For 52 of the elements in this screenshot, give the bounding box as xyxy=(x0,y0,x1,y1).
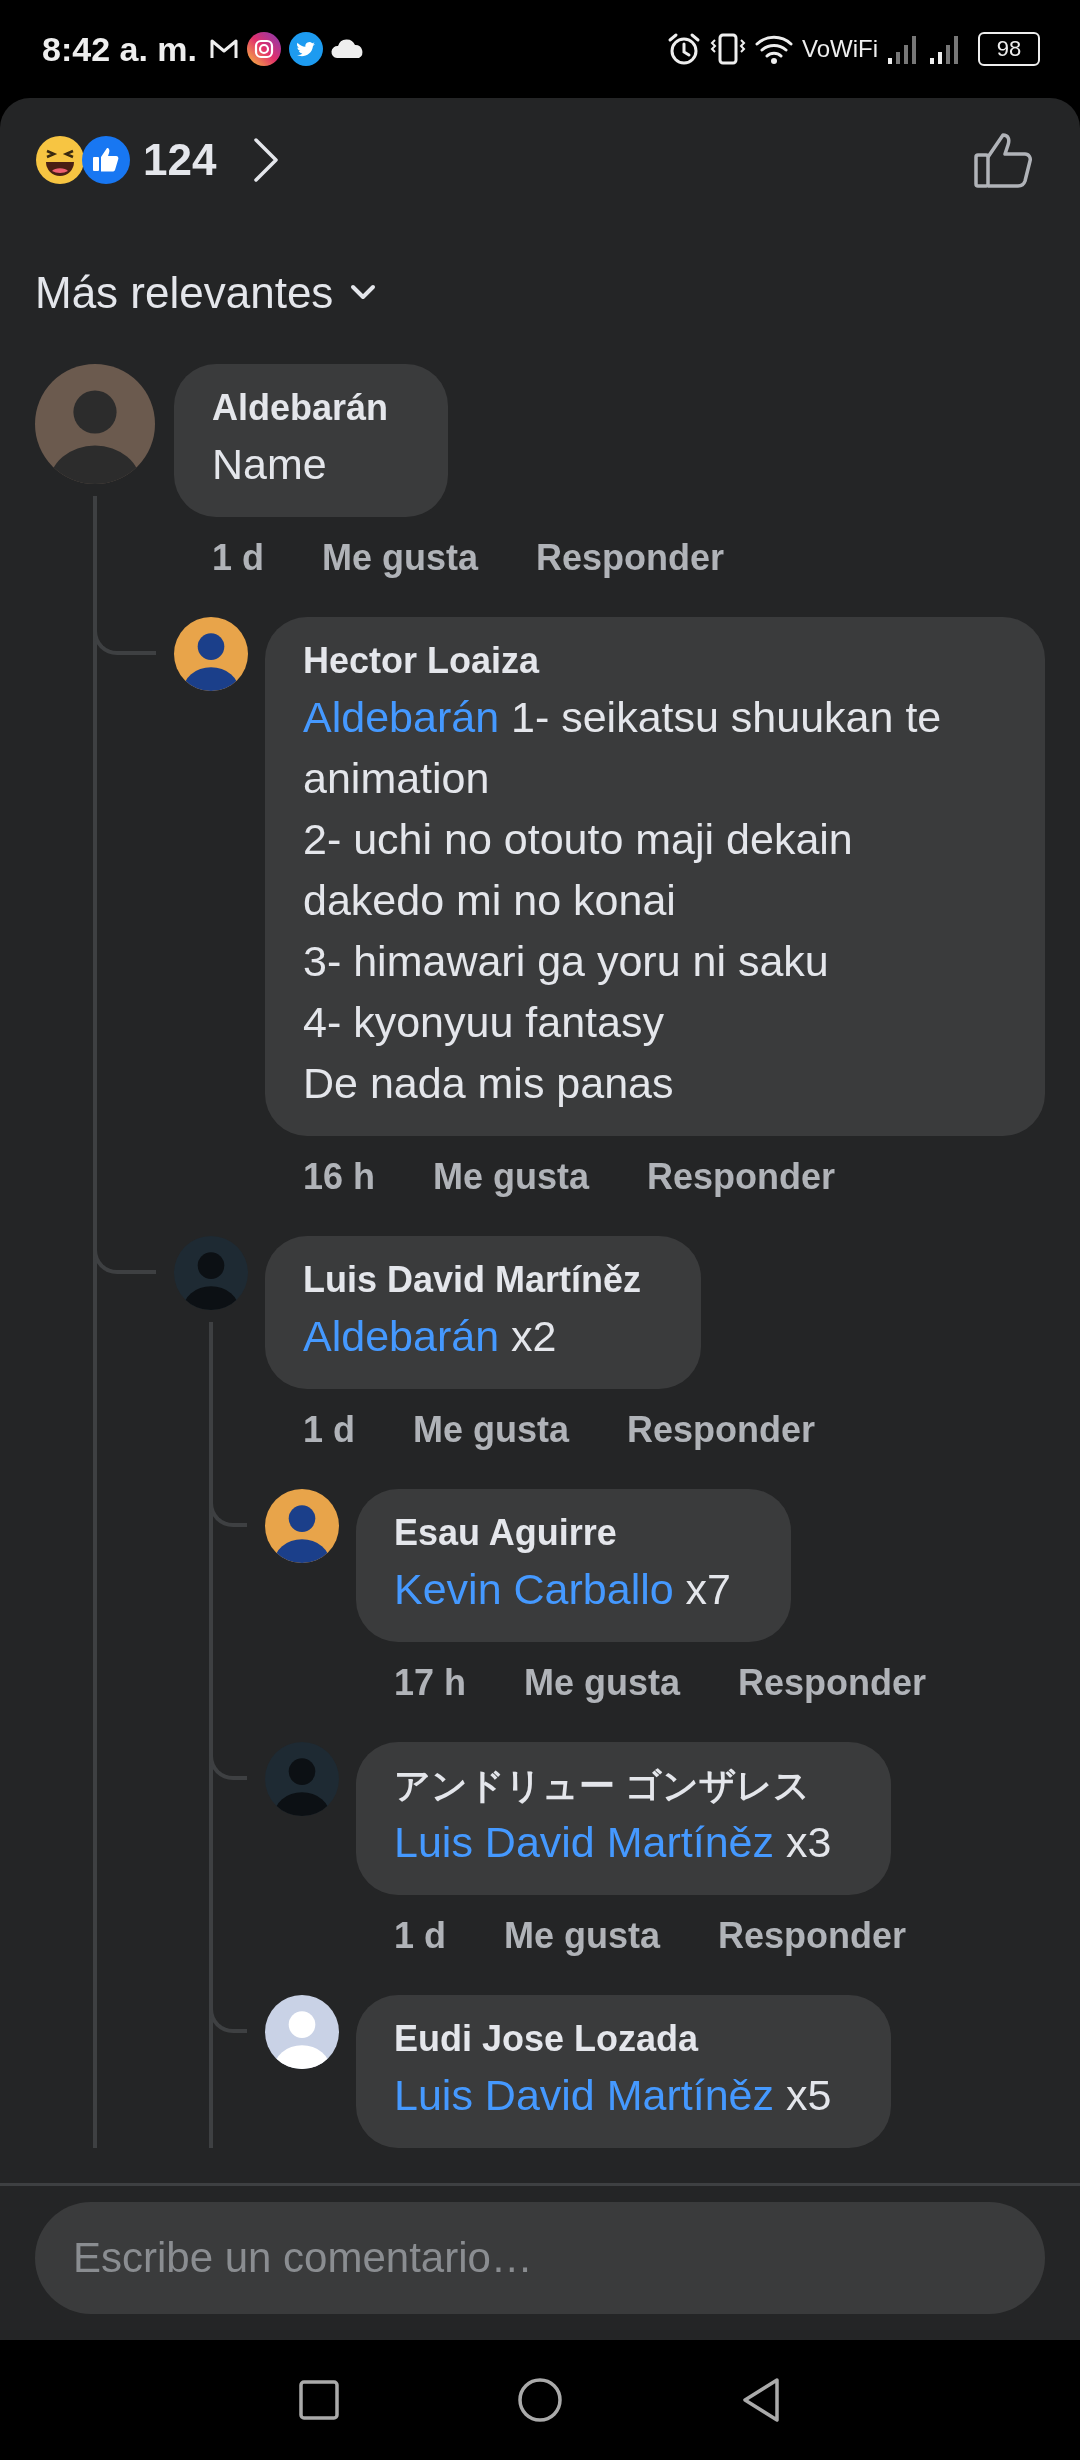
mention-link[interactable]: Kevin Carballo xyxy=(394,1565,674,1613)
mention-link[interactable]: Aldebarán xyxy=(303,693,500,741)
mention-link[interactable]: Luis David Martíněz xyxy=(394,2071,774,2119)
reply-link[interactable]: Responder xyxy=(627,1409,816,1451)
like-link[interactable]: Me gusta xyxy=(524,1662,681,1704)
thumbs-up-icon[interactable] xyxy=(973,131,1035,189)
author-name[interactable]: Hector Loaiza xyxy=(303,637,985,685)
comment-time: 1 d xyxy=(303,1409,355,1451)
reply-link[interactable]: Responder xyxy=(738,1662,927,1704)
comment-text: Aldebarán 1- seikatsu shuukan te animation 2- uchi no otouto maji dekain dakedo mi no konai 3- himawari ga yoru ni saku 4- kyonyuu fantasy De nada mis panas xyxy=(303,692,943,1109)
sort-dropdown[interactable]: Más relevantes xyxy=(35,268,378,318)
reply-link[interactable]: Responder xyxy=(718,1915,907,1957)
reply-link[interactable]: Responder xyxy=(647,1156,836,1198)
comment-time: 16 h xyxy=(303,1156,376,1198)
like-link[interactable]: Me gusta xyxy=(413,1409,570,1451)
bird-icon xyxy=(289,32,323,66)
mention-link[interactable]: Luis David Martíněz xyxy=(394,1818,774,1866)
author-name[interactable]: Aldebarán xyxy=(212,384,389,432)
laughing-emoji-icon xyxy=(35,135,85,185)
comment-text: Name xyxy=(212,439,328,490)
like-link[interactable]: Me gusta xyxy=(433,1156,590,1198)
comment-time: 1 d xyxy=(212,537,264,579)
mail-icon xyxy=(209,37,239,61)
battery-indicator: 98 xyxy=(978,32,1040,66)
cloud-icon xyxy=(331,38,365,60)
wifi-icon xyxy=(754,33,794,65)
comment-input[interactable]: Escribe un comentario… xyxy=(35,2202,1045,2314)
camera-app-icon xyxy=(247,32,281,66)
chevron-right-icon[interactable] xyxy=(252,137,281,183)
reply-link[interactable]: Responder xyxy=(536,537,725,579)
like-link[interactable]: Me gusta xyxy=(322,537,479,579)
square-nav-icon[interactable] xyxy=(299,2380,339,2420)
author-name[interactable]: Luis David Martíněz xyxy=(303,1256,642,1304)
comment-text: Luis David Martíněz x5 xyxy=(394,2070,832,2121)
status-time: 8:42 a. m. xyxy=(42,29,197,69)
mention-link[interactable]: Aldebarán xyxy=(303,1312,500,1360)
author-name[interactable]: Eudi Jose Lozada xyxy=(394,2015,832,2063)
home-nav-icon[interactable] xyxy=(517,2377,563,2423)
alarm-icon xyxy=(666,31,702,67)
like-link[interactable]: Me gusta xyxy=(504,1915,661,1957)
comment-time: 17 h xyxy=(394,1662,467,1704)
comment-text: Kevin Carballo x7 xyxy=(394,1564,732,1615)
author-name[interactable]: Esau Aguirre xyxy=(394,1509,732,1557)
comment-text: Luis David Martíněz x3 xyxy=(394,1817,832,1868)
reaction-count[interactable]: 124 xyxy=(143,135,217,185)
vibrate-icon xyxy=(710,32,746,66)
comment-text: Aldebarán x2 xyxy=(303,1311,558,1362)
author-name[interactable]: アンドリュー ゴンザレス xyxy=(394,1762,832,1810)
thumbs-up-icon xyxy=(81,135,131,185)
network-label: VoWiFi xyxy=(802,35,878,63)
back-nav-icon[interactable] xyxy=(741,2377,781,2423)
comment-time: 1 d xyxy=(394,1915,446,1957)
